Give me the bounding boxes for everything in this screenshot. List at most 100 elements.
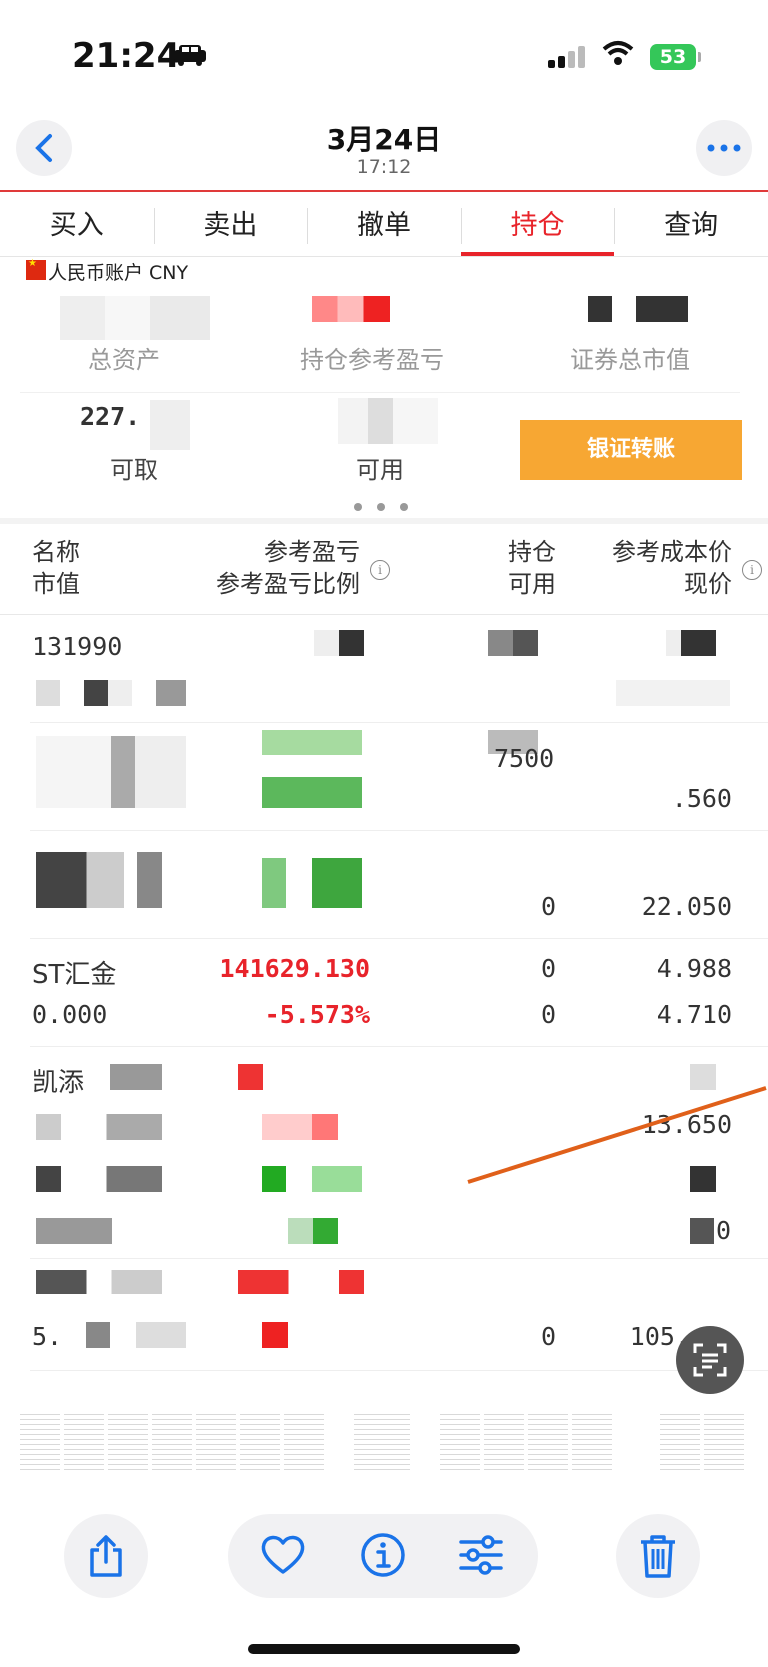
row6-blur-d [36,1218,112,1244]
row4-price: 4.710 [656,1000,732,1029]
row1-name: 131990 [32,632,123,661]
china-flag-icon [26,258,46,280]
row4-name[interactable]: ST汇金 [32,954,116,991]
delete-button[interactable] [616,1514,700,1598]
cost-info-icon[interactable]: i [742,560,762,580]
row3-hold: 0 [540,892,556,921]
thumbnail[interactable] [284,1414,324,1474]
row5-line2-blur [36,1114,162,1140]
row-divider [30,1258,768,1259]
tab-query[interactable]: 查询 [614,196,768,256]
thumbnail[interactable] [64,1414,104,1474]
thumbnail[interactable] [484,1414,524,1474]
securities-value-blur [588,296,688,322]
available-value-blur [338,398,438,444]
row4-cost: 4.988 [656,954,732,983]
thumbnail[interactable] [108,1414,148,1474]
row1-line2-blur [36,680,186,706]
row4-market-value: 0.000 [32,1000,108,1029]
row-divider [30,938,768,939]
heart-icon [261,1535,305,1574]
adjust-button[interactable] [458,1534,504,1580]
row2-pl-blur [262,730,362,808]
header-divider [0,190,768,192]
withdrawable-value: 227. [80,402,141,431]
status-time: 21:24 [72,36,181,76]
share-icon [90,1535,122,1577]
thumbnail[interactable] [572,1414,612,1474]
row4-avail: 0 [540,1000,556,1029]
signal-icon [548,46,585,68]
row7-blur-c [86,1322,186,1348]
page-title: 3月24日 [326,123,442,156]
share-button[interactable] [64,1514,148,1598]
row1-hold-blur [488,630,538,656]
position-pl-label: 持仓参考盈亏 [300,346,444,374]
row3-name-blur [36,852,162,908]
tabs-divider [0,256,768,257]
thumbnail[interactable] [196,1414,236,1474]
row7-price: 105. [629,1322,690,1351]
page-subtitle: 17:12 [356,156,412,178]
thumbnail-current[interactable] [354,1414,410,1474]
row1-cost2-blur [616,680,730,706]
row4-hold: 0 [540,954,556,983]
trash-icon [641,1535,675,1578]
thumbnail[interactable] [20,1414,60,1474]
account-label: 人民币账户 CNY [48,262,189,284]
tab-bar: 买入 卖出 撤单 持仓 查询 [0,196,768,256]
battery-indicator: 53 [650,44,701,70]
thumbnail[interactable] [704,1414,744,1474]
row6-blur-f [690,1218,714,1244]
row6-price: 0 [716,1216,732,1245]
summary-divider [20,392,740,393]
row-divider [30,1046,768,1047]
thumbnail[interactable] [440,1414,480,1474]
thumbnail[interactable] [660,1414,700,1474]
total-assets-label: 总资产 [88,346,160,374]
row-divider [30,830,768,831]
withdrawable-label: 可取 [110,456,158,484]
home-indicator[interactable] [248,1644,520,1654]
row4-pl: 141629.130 [219,954,370,983]
row1-blur [314,630,364,656]
tab-buy[interactable]: 买入 [0,196,154,256]
row5-name-blur [110,1064,162,1090]
row3-price: 22.050 [641,892,732,921]
row2-hold: 7500 [494,744,555,773]
pl-info-icon[interactable]: i [370,560,390,580]
row5-pl-blur [238,1064,364,1090]
row4-pl-ratio: -5.573% [264,1000,370,1029]
row-divider [30,722,768,723]
favorite-button[interactable] [260,1534,306,1580]
page-indicator-dots[interactable] [354,496,423,515]
row3-pl-blur [262,858,362,908]
row6-blur-e [288,1218,338,1244]
col-cost-header: 参考成本价 现价 [612,538,732,598]
wifi-icon [602,41,634,65]
section-separator [0,518,768,524]
car-icon [174,45,206,66]
thumbnail[interactable] [616,1414,656,1474]
thumbnail[interactable] [240,1414,280,1474]
tab-sell[interactable]: 卖出 [153,196,308,256]
available-label: 可用 [356,456,404,484]
thumbnail[interactable] [528,1414,568,1474]
annotation-line [467,1086,767,1184]
info-button[interactable] [360,1532,406,1582]
bank-transfer-button[interactable]: 银证转账 [520,420,742,480]
col-pl-header: 参考盈亏 参考盈亏比例 [216,538,360,598]
thumbnail[interactable] [152,1414,192,1474]
adjust-icon [459,1535,503,1575]
live-text-button[interactable] [676,1326,744,1394]
info-icon [361,1533,405,1577]
header-divider-line [0,614,768,615]
more-icon [707,144,741,152]
row7-blur-d [262,1322,288,1348]
photo-thumbnail-strip[interactable] [20,1414,748,1474]
tab-cancel[interactable]: 撤单 [307,196,461,256]
more-button[interactable] [696,120,752,176]
row6-blur-a [36,1166,162,1192]
row7-name: 5. [32,1322,63,1351]
tab-positions[interactable]: 持仓 [460,196,615,256]
